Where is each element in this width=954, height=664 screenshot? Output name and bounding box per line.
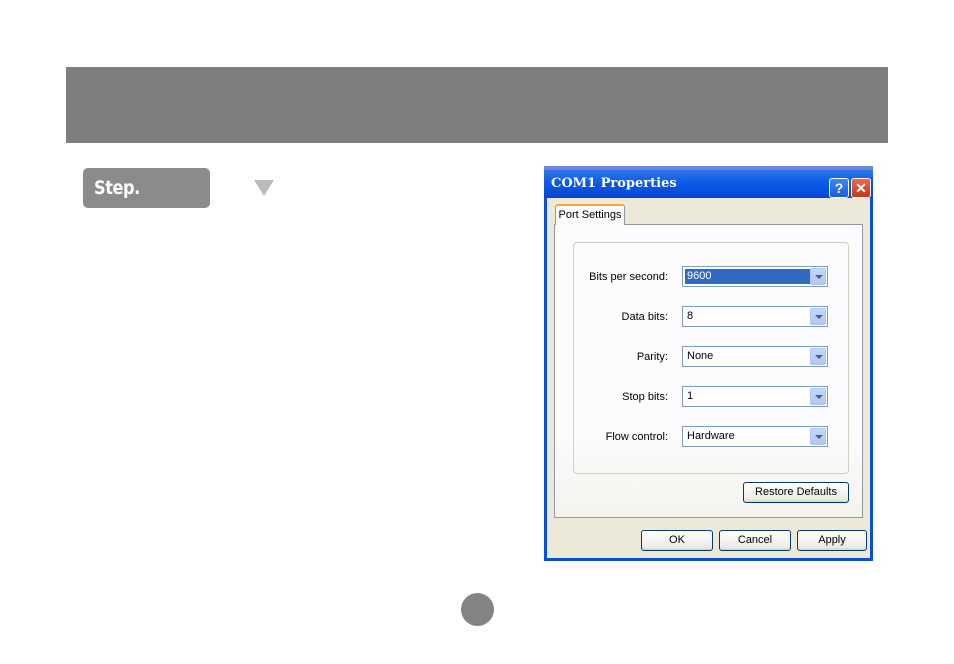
chevron-down-icon[interactable] xyxy=(810,268,826,285)
header-bar xyxy=(66,67,888,143)
page-indicator-dot xyxy=(461,593,494,626)
help-icon: ? xyxy=(834,180,844,196)
com1-properties-dialog: COM1 Properties ? ✕ Port Settings Bits p… xyxy=(544,166,873,561)
stop-bits-select[interactable]: 1 xyxy=(682,386,828,407)
tab-port-settings[interactable]: Port Settings xyxy=(555,204,625,225)
close-icon: ✕ xyxy=(855,180,867,196)
chevron-down-icon[interactable] xyxy=(810,428,826,445)
port-settings-panel: Bits per second: 9600 Data bits: 8 Parit… xyxy=(554,224,863,518)
help-button[interactable]: ? xyxy=(829,178,849,198)
bits-per-second-value: 9600 xyxy=(685,269,812,284)
triangle-down-icon xyxy=(254,180,274,196)
step-label: Step. xyxy=(94,177,140,199)
settings-groupbox: Bits per second: 9600 Data bits: 8 Parit… xyxy=(573,242,849,474)
close-button[interactable]: ✕ xyxy=(851,178,871,198)
parity-label: Parity: xyxy=(636,351,668,363)
bits-per-second-select[interactable]: 9600 xyxy=(682,266,828,287)
parity-value: None xyxy=(687,350,714,362)
bits-per-second-label: Bits per second: xyxy=(589,271,668,283)
cancel-button[interactable]: Cancel xyxy=(719,530,791,551)
dialog-titlebar[interactable]: COM1 Properties ? ✕ xyxy=(544,170,873,198)
restore-defaults-button[interactable]: Restore Defaults xyxy=(743,482,849,503)
stop-bits-label: Stop bits: xyxy=(622,391,668,403)
step-badge: Step. xyxy=(83,168,274,208)
data-bits-label: Data bits: xyxy=(621,311,668,323)
chevron-down-icon[interactable] xyxy=(810,308,826,325)
flow-control-label: Flow control: xyxy=(605,431,668,443)
dialog-client-area: Port Settings Bits per second: 9600 Data… xyxy=(547,198,870,558)
dialog-title: COM1 Properties xyxy=(551,176,677,191)
stop-bits-value: 1 xyxy=(687,390,694,402)
flow-control-select[interactable]: Hardware xyxy=(682,426,828,447)
chevron-down-icon[interactable] xyxy=(810,388,826,405)
data-bits-value: 8 xyxy=(687,310,694,322)
ok-button[interactable]: OK xyxy=(641,530,713,551)
flow-control-value: Hardware xyxy=(687,430,735,442)
data-bits-select[interactable]: 8 xyxy=(682,306,828,327)
apply-button[interactable]: Apply xyxy=(797,530,867,551)
chevron-down-icon[interactable] xyxy=(810,348,826,365)
parity-select[interactable]: None xyxy=(682,346,828,367)
